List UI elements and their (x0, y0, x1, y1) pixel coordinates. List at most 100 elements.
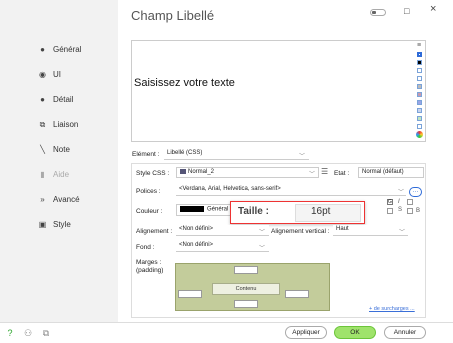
align-vert-value: Haut (336, 226, 349, 232)
more-fonts-button[interactable]: … (409, 187, 422, 197)
align-vert-select[interactable]: Haut (333, 225, 408, 236)
style-css-label: Style CSS : (136, 170, 170, 177)
couleur-label: Couleur : (136, 208, 163, 215)
chevron-down-icon: ﹀ (299, 154, 306, 160)
palette-swatch-white[interactable] (416, 76, 422, 81)
option-checkbox[interactable] (407, 208, 413, 214)
palette-swatch-selected[interactable] (416, 52, 422, 57)
alignement-value: <Non défini> (179, 226, 214, 232)
barre-icon[interactable]: B (416, 208, 420, 214)
style-icon: ▣ (38, 220, 47, 229)
chevron-down-icon: ﹀ (399, 230, 406, 236)
italic-icon[interactable]: I (398, 199, 400, 205)
chevron-down-icon: ﹀ (398, 190, 405, 196)
sidebar-item-aide: ▮ Aide (38, 170, 69, 179)
annuler-button[interactable]: Annuler (384, 326, 426, 339)
taille-value[interactable]: 16pt (311, 206, 330, 217)
circle-icon: ● (40, 45, 45, 54)
alignement-select[interactable]: <Non défini> (176, 225, 269, 236)
sidebar: ● Général ◉ UI ● Détail ⧉ Liaison ╲ Note… (0, 0, 118, 343)
help-icon: ▮ (40, 170, 45, 179)
palette-swatch-pink[interactable] (416, 92, 422, 97)
list-icon[interactable]: ☰ (321, 167, 328, 176)
marges-label: Marges : (136, 259, 162, 266)
option-checkbox[interactable] (407, 199, 413, 205)
taille-popup[interactable]: Taille : 16pt (230, 201, 365, 224)
strike-icon[interactable]: S (398, 207, 402, 213)
fond-select[interactable]: <Non défini> (176, 241, 269, 252)
chevron-down-icon: ﹀ (259, 246, 266, 252)
contenu-box: Contenu (212, 283, 280, 295)
sidebar-item-detail[interactable]: ● Détail (38, 95, 73, 104)
sidebar-item-label: Note (53, 145, 70, 154)
underline-checkbox[interactable] (387, 208, 393, 214)
etat-value: Normal (défaut) (362, 169, 404, 175)
palette-swatch-white[interactable] (416, 68, 422, 73)
palette-swatch-blue[interactable] (416, 100, 422, 105)
etat-label: Etat : (334, 170, 350, 177)
sidebar-item-note[interactable]: ╲ Note (38, 145, 70, 154)
color-palette: ≡ (414, 42, 424, 138)
palette-swatch-green[interactable] (416, 116, 422, 121)
element-select[interactable]: Libellé (CSS) (164, 149, 309, 160)
style-css-value: Normal_2 (188, 169, 215, 176)
close-button[interactable]: × (430, 3, 436, 15)
surcharges-link[interactable]: + de surcharges ... (369, 306, 415, 312)
sidebar-item-label: Aide (53, 170, 70, 179)
help-icon[interactable]: ? (5, 328, 15, 338)
color-swatch (180, 206, 204, 212)
element-value: Libellé (CSS) (167, 150, 203, 156)
sidebar-item-liaison[interactable]: ⧉ Liaison (38, 119, 79, 130)
taille-label: Taille : (238, 206, 269, 217)
chevron-down-icon: ﹀ (259, 230, 266, 236)
fond-value: <Non défini> (179, 242, 214, 248)
palette-swatch-lightblue[interactable] (416, 108, 422, 113)
couleur-select[interactable]: Général (176, 204, 236, 216)
sidebar-item-label: UI (53, 70, 61, 79)
palette-swatch-black[interactable] (416, 60, 422, 65)
link-icon: ⧉ (39, 119, 46, 129)
toggle-switch[interactable] (370, 9, 386, 16)
bold-checkbox[interactable]: G (387, 199, 393, 205)
align-vert-label: Alignement vertical : (271, 228, 330, 235)
couleur-value: Général (207, 206, 229, 213)
sidebar-item-avance[interactable]: » Avancé (38, 195, 80, 204)
element-label: Elément : (132, 151, 160, 158)
circle-icon: ● (40, 95, 45, 104)
sidebar-item-label: Liaison (53, 120, 79, 129)
margin-left-input[interactable] (178, 290, 202, 298)
etat-select[interactable]: Normal (défaut) (358, 167, 424, 178)
polices-label: Polices : (136, 188, 161, 195)
palette-swatch-white[interactable] (416, 124, 422, 129)
menu-icon[interactable]: ≡ (414, 42, 424, 49)
style-css-select[interactable]: Normal_2 (176, 167, 319, 178)
margin-right-input[interactable] (285, 290, 309, 298)
window-title: Champ Libellé (131, 8, 215, 23)
preview-text: Saisissez votre texte (134, 77, 235, 89)
sidebar-item-label: Avancé (53, 195, 80, 204)
style-swatch-icon (180, 169, 186, 174)
copy-icon[interactable]: ⧉ (41, 328, 51, 338)
sidebar-item-label: Détail (53, 95, 74, 104)
eye-icon: ◉ (39, 70, 46, 79)
sidebar-item-ui[interactable]: ◉ UI (38, 70, 61, 79)
forward-icon: » (40, 195, 45, 204)
sidebar-item-style[interactable]: ▣ Style (38, 220, 71, 229)
sidebar-item-label: Général (53, 45, 82, 54)
margin-top-input[interactable] (234, 266, 258, 274)
sidebar-item-label: Style (53, 220, 71, 229)
ok-button[interactable]: OK (334, 326, 376, 339)
color-wheel-icon[interactable] (415, 131, 423, 138)
fond-label: Fond : (136, 244, 155, 251)
minimize-button[interactable]: □ (404, 6, 409, 16)
users-icon[interactable]: ⚇ (23, 328, 33, 338)
polices-select[interactable]: <Verdana, Arial, Helvetica, sans-serif> (176, 185, 406, 196)
margin-bottom-input[interactable] (234, 300, 258, 308)
marges-sub-label: (padding) (136, 267, 164, 274)
appliquer-button[interactable]: Appliquer (285, 326, 327, 339)
sidebar-item-general[interactable]: ● Général (38, 45, 81, 54)
polices-value: <Verdana, Arial, Helvetica, sans-serif> (179, 186, 281, 192)
chevron-down-icon: ﹀ (309, 172, 316, 178)
palette-swatch-grey[interactable] (416, 84, 422, 89)
pen-icon: ╲ (40, 145, 45, 154)
